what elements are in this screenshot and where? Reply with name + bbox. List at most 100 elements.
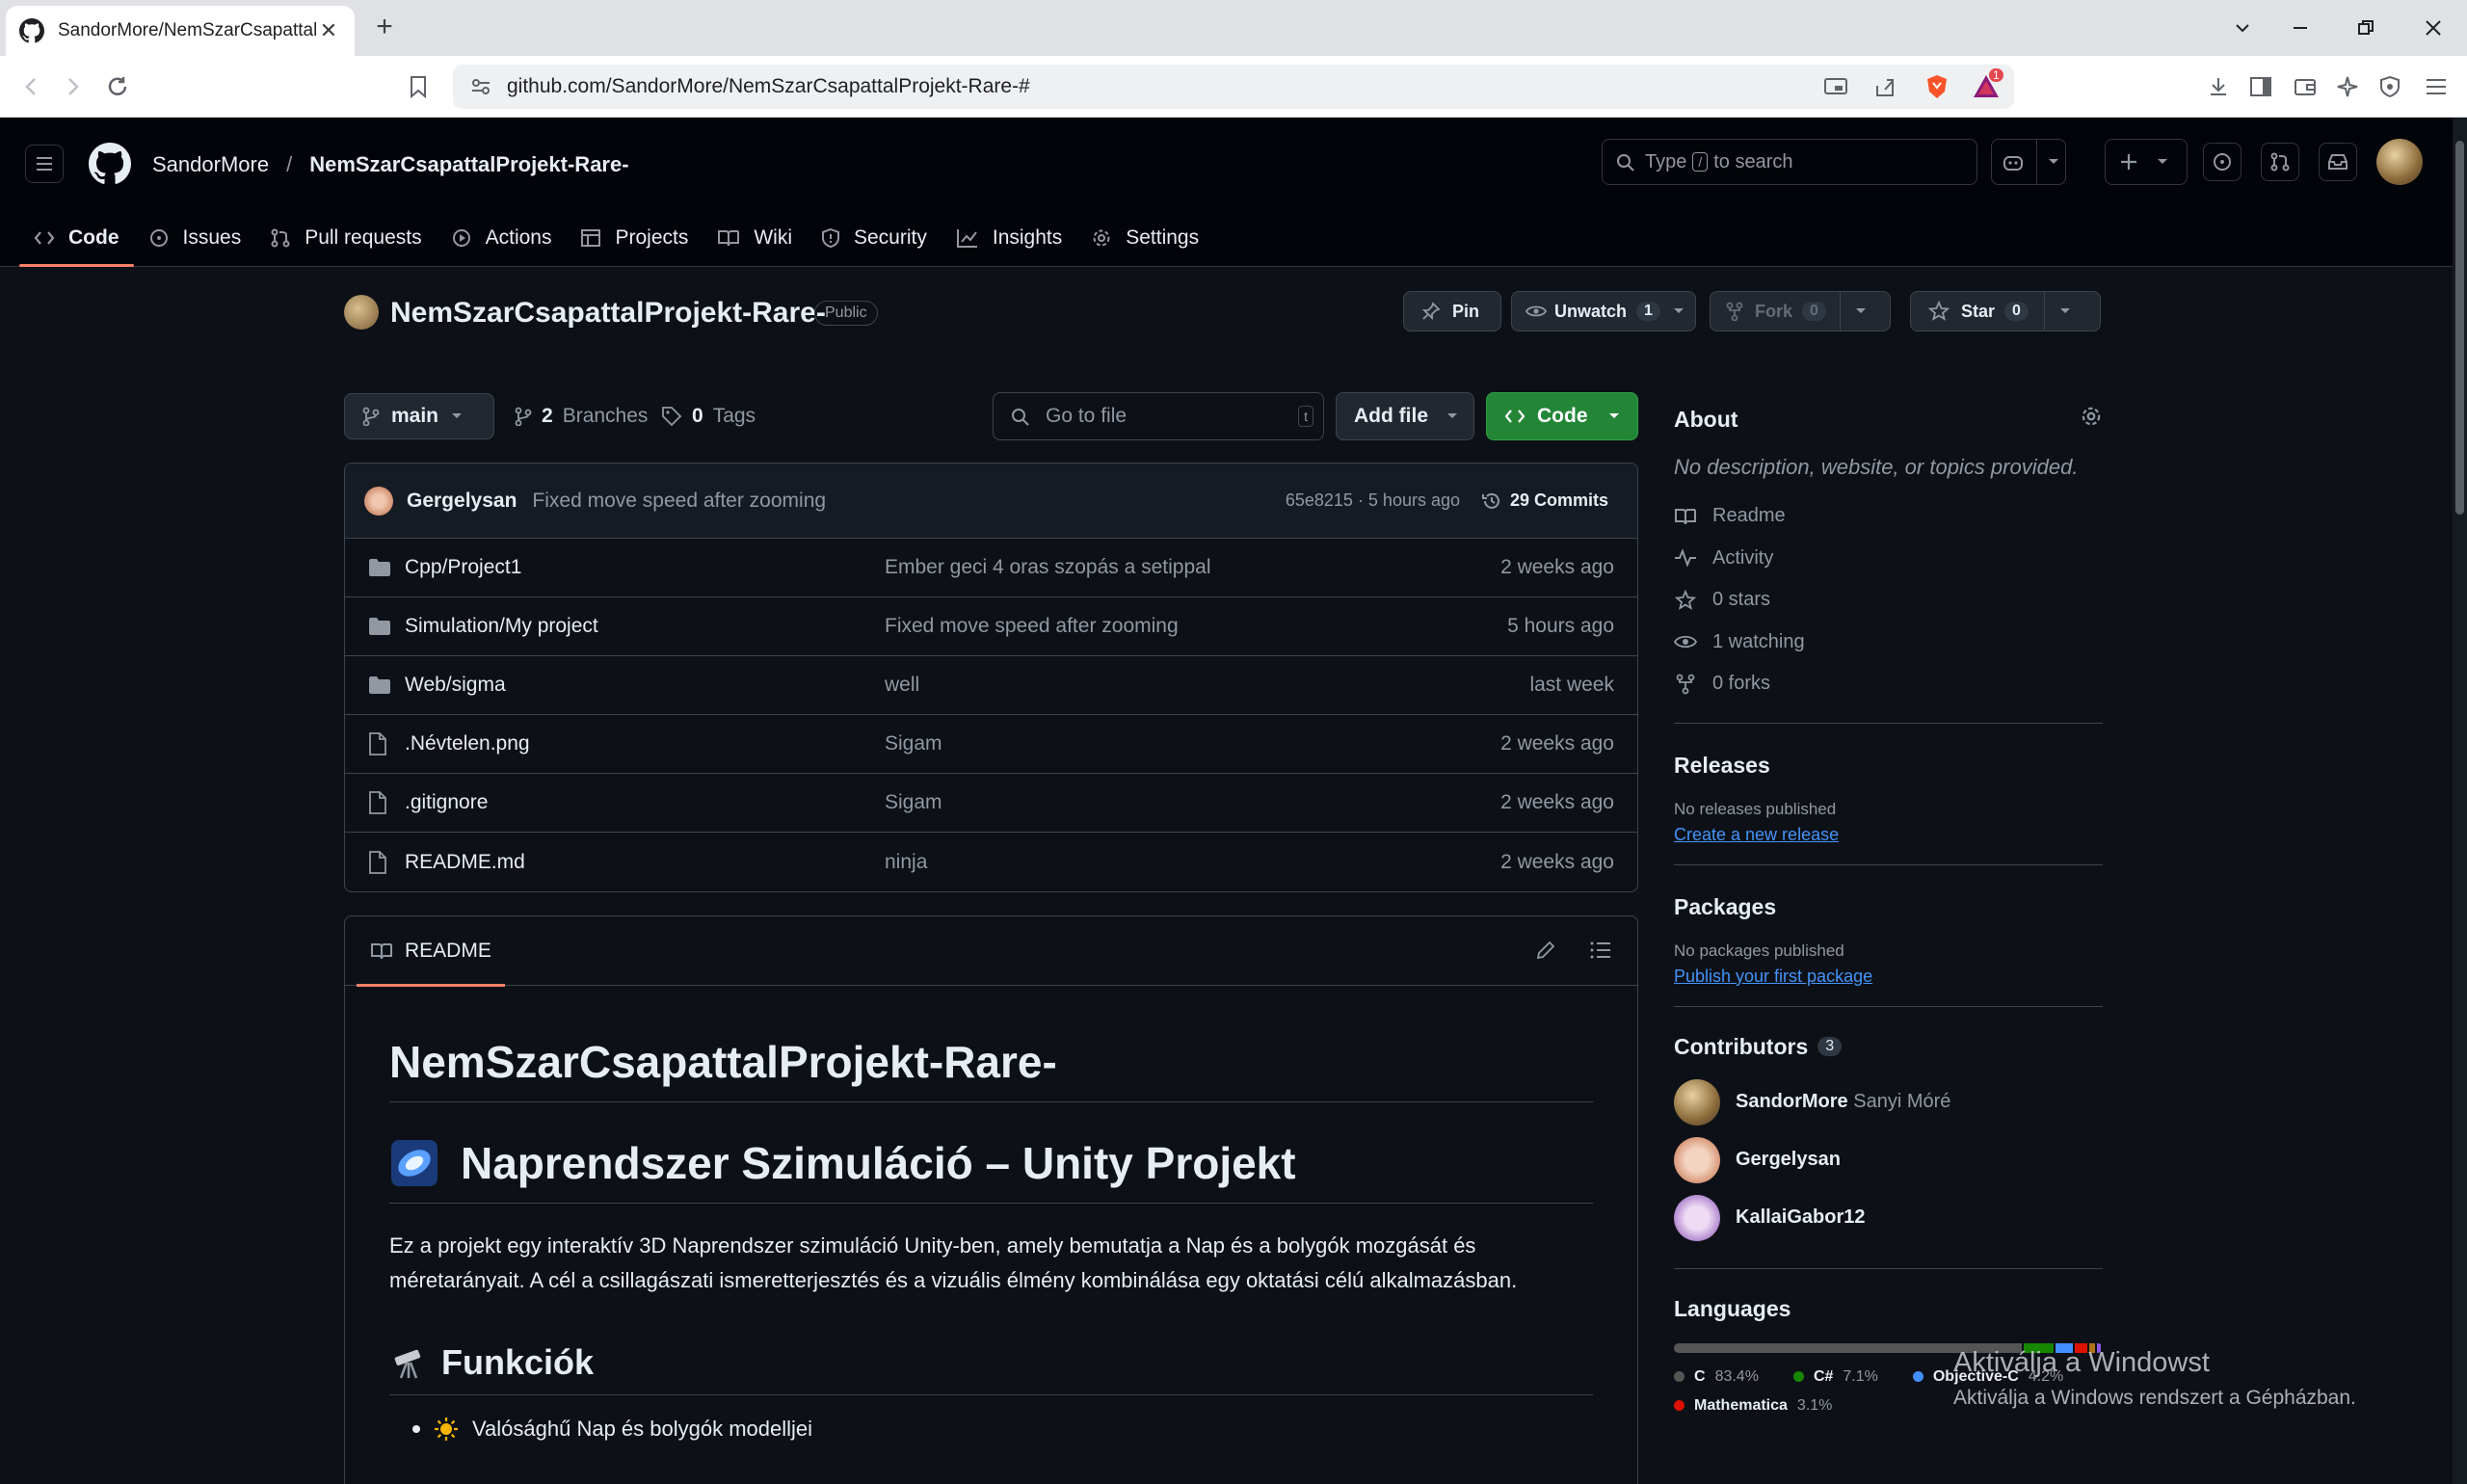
restore-icon[interactable] bbox=[2351, 13, 2380, 42]
pin-button[interactable]: Pin bbox=[1403, 291, 1501, 331]
minimize-icon[interactable] bbox=[2286, 13, 2315, 42]
file-row[interactable]: .Névtelen.png Sigam 2 weeks ago bbox=[345, 715, 1637, 774]
tab-wiki[interactable]: Wiki bbox=[703, 210, 807, 266]
user-avatar[interactable] bbox=[2376, 139, 2423, 185]
back-icon[interactable] bbox=[15, 71, 46, 102]
about-stars[interactable]: 0 stars bbox=[1674, 579, 2103, 622]
fork-button[interactable]: Fork 0 bbox=[1710, 291, 1891, 331]
file-commit-message[interactable]: Sigam bbox=[885, 791, 942, 814]
file-row[interactable]: Cpp/Project1 Ember geci 4 oras szopás a … bbox=[345, 539, 1637, 597]
about-activity[interactable]: Activity bbox=[1674, 538, 2103, 580]
issues-icon[interactable] bbox=[2203, 143, 2242, 181]
brave-rewards-icon[interactable]: 1 bbox=[1972, 68, 2003, 101]
releases-title[interactable]: Releases bbox=[1674, 753, 2103, 779]
about-readme[interactable]: Readme bbox=[1674, 495, 2103, 538]
readme-tab[interactable]: README bbox=[357, 916, 505, 987]
forward-icon[interactable] bbox=[58, 71, 89, 102]
scrollbar-thumb[interactable] bbox=[2455, 141, 2464, 515]
leo-ai-icon[interactable] bbox=[2332, 71, 2363, 102]
commits-link[interactable]: 29 Commits bbox=[1481, 490, 1608, 512]
language-item[interactable]: C 83.4% bbox=[1674, 1368, 1759, 1386]
gear-icon[interactable] bbox=[2080, 405, 2103, 428]
menu-icon[interactable] bbox=[2421, 71, 2452, 102]
owner-avatar[interactable] bbox=[344, 295, 379, 330]
tags-link[interactable]: 0 Tags bbox=[661, 405, 756, 428]
tab-issues[interactable]: Issues bbox=[134, 210, 256, 266]
browser-tab[interactable]: SandorMore/NemSzarCsapattalP ✕ bbox=[6, 6, 355, 56]
file-name[interactable]: .gitignore bbox=[405, 791, 488, 814]
sidebar-toggle-icon[interactable] bbox=[2245, 71, 2276, 102]
list-unordered-icon[interactable] bbox=[1589, 940, 1612, 961]
file-name[interactable]: Web/sigma bbox=[405, 674, 506, 697]
site-settings-icon[interactable] bbox=[470, 76, 491, 97]
address-bar[interactable]: github.com/SandorMore/NemSzarCsapattalPr… bbox=[453, 65, 2014, 109]
contributor-item[interactable]: Gergelysan bbox=[1674, 1131, 2103, 1189]
tab-security[interactable]: Security bbox=[807, 210, 942, 266]
code-button[interactable]: Code bbox=[1486, 392, 1638, 440]
file-name[interactable]: Cpp/Project1 bbox=[405, 556, 521, 579]
file-row[interactable]: Web/sigma well last week bbox=[345, 656, 1637, 715]
tab-settings[interactable]: Settings bbox=[1076, 210, 1213, 266]
wallet-icon[interactable] bbox=[2290, 71, 2321, 102]
contributors-title[interactable]: Contributors bbox=[1674, 1034, 1808, 1060]
create-release-link[interactable]: Create a new release bbox=[1674, 825, 2103, 845]
owner-link[interactable]: SandorMore bbox=[152, 152, 269, 177]
file-row[interactable]: .gitignore Sigam 2 weeks ago bbox=[345, 774, 1637, 833]
pull-requests-icon[interactable] bbox=[2261, 143, 2299, 181]
reload-icon[interactable] bbox=[102, 71, 133, 102]
language-item[interactable]: C# 7.1% bbox=[1792, 1368, 1878, 1386]
bookmark-icon[interactable] bbox=[403, 71, 434, 102]
file-commit-message[interactable]: ninja bbox=[885, 851, 927, 874]
brave-shield-icon[interactable] bbox=[1925, 74, 1949, 99]
github-logo-icon[interactable] bbox=[89, 143, 131, 185]
new-tab-button[interactable]: + bbox=[370, 13, 399, 42]
file-name[interactable]: README.md bbox=[405, 851, 525, 874]
tab-insights[interactable]: Insights bbox=[942, 210, 1076, 266]
pencil-icon[interactable] bbox=[1535, 940, 1556, 961]
unwatch-button[interactable]: Unwatch 1 bbox=[1511, 291, 1696, 331]
repo-link[interactable]: NemSzarCsapattalProjekt-Rare- bbox=[309, 152, 628, 177]
file-name[interactable]: Simulation/My project bbox=[405, 615, 598, 638]
file-row[interactable]: README.md ninja 2 weeks ago bbox=[345, 833, 1637, 891]
add-file-button[interactable]: Add file bbox=[1336, 392, 1474, 440]
cast-icon[interactable] bbox=[1823, 76, 1848, 97]
about-watching[interactable]: 1 watching bbox=[1674, 622, 2103, 664]
branch-selector[interactable]: main bbox=[344, 393, 494, 439]
branches-link[interactable]: 2 Branches bbox=[515, 405, 648, 428]
close-window-icon[interactable] bbox=[2419, 13, 2448, 42]
file-commit-message[interactable]: Ember geci 4 oras szopás a setippal bbox=[885, 556, 1211, 579]
packages-title[interactable]: Packages bbox=[1674, 894, 2103, 920]
create-new-button[interactable] bbox=[2105, 139, 2188, 185]
file-commit-message[interactable]: Fixed move speed after zooming bbox=[885, 615, 1179, 638]
go-to-file-input[interactable]: Go to file t bbox=[993, 392, 1324, 440]
hamburger-menu-icon[interactable] bbox=[25, 145, 64, 183]
tab-search-chevron-icon[interactable] bbox=[2228, 13, 2257, 42]
tab-projects[interactable]: Projects bbox=[566, 210, 703, 266]
tab-actions[interactable]: Actions bbox=[437, 210, 567, 266]
publish-package-link[interactable]: Publish your first package bbox=[1674, 967, 2103, 987]
tab-pull-requests[interactable]: Pull requests bbox=[255, 210, 436, 266]
commit-author[interactable]: Gergelysan bbox=[407, 490, 517, 513]
contributor-item[interactable]: KallaiGabor12 bbox=[1674, 1189, 2103, 1247]
search-input[interactable]: Type / to search bbox=[1602, 139, 1977, 185]
copilot-button[interactable] bbox=[1991, 139, 2066, 185]
inbox-icon[interactable] bbox=[2319, 143, 2357, 181]
vpn-icon[interactable] bbox=[2374, 71, 2405, 102]
commit-author-avatar[interactable] bbox=[364, 486, 393, 516]
tab-close-icon[interactable]: ✕ bbox=[316, 18, 341, 43]
file-commit-message[interactable]: Sigam bbox=[885, 732, 942, 755]
commit-message[interactable]: Fixed move speed after zooming bbox=[532, 490, 826, 513]
commit-hash-time[interactable]: 65e8215 · 5 hours ago bbox=[1286, 490, 1460, 511]
page-scrollbar[interactable] bbox=[2453, 118, 2467, 1484]
file-row[interactable]: Simulation/My project Fixed move speed a… bbox=[345, 597, 1637, 656]
file-commit-message[interactable]: well bbox=[885, 674, 919, 697]
contributor-item[interactable]: SandorMore Sanyi Móré bbox=[1674, 1073, 2103, 1131]
star-button[interactable]: Star 0 bbox=[1910, 291, 2101, 331]
repo-title[interactable]: NemSzarCsapattalProjekt-Rare- bbox=[390, 297, 826, 330]
share-icon[interactable] bbox=[1873, 76, 1897, 97]
about-forks[interactable]: 0 forks bbox=[1674, 663, 2103, 705]
language-item[interactable]: Mathematica 3.1% bbox=[1674, 1397, 1832, 1415]
downloads-icon[interactable] bbox=[2203, 71, 2234, 102]
file-name[interactable]: .Névtelen.png bbox=[405, 732, 530, 755]
tab-code[interactable]: Code bbox=[19, 210, 134, 267]
